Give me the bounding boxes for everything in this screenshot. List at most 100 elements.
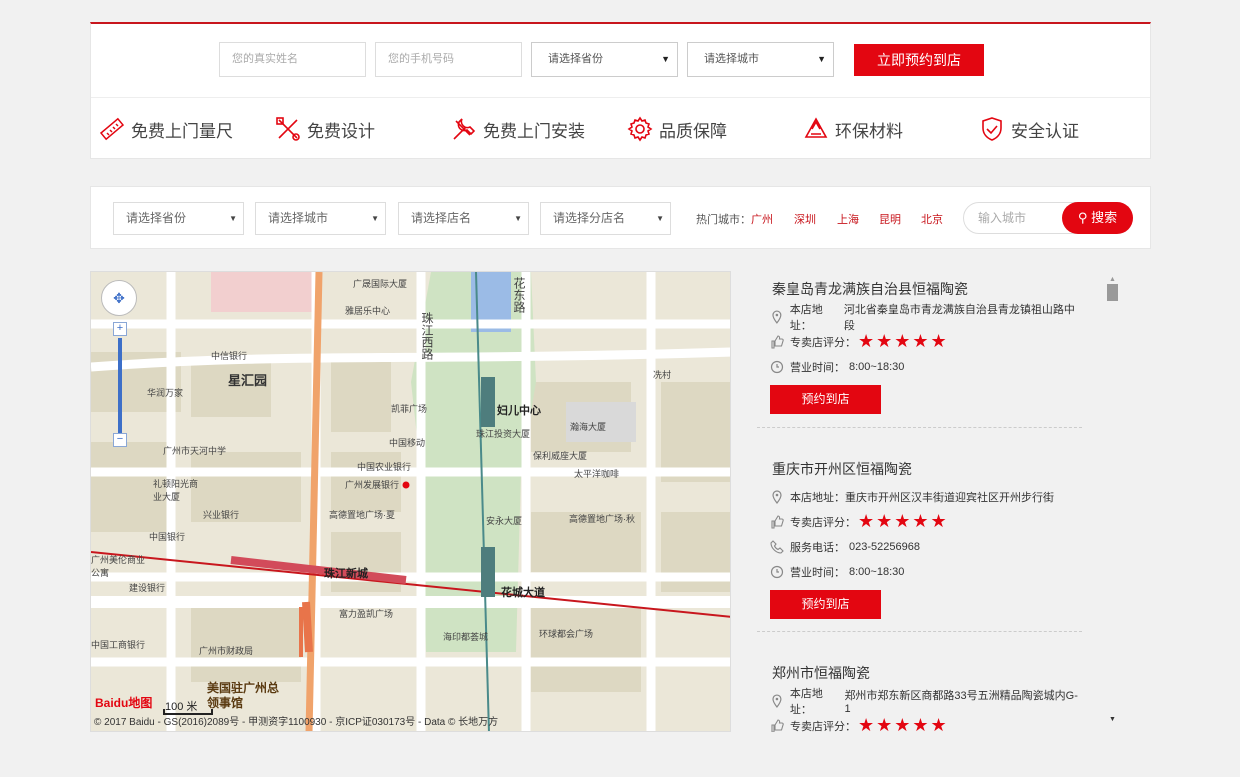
filter-city-value: 请选择城市: [268, 211, 329, 225]
store-list-scrollbar[interactable]: ▲ ▼: [1106, 276, 1120, 726]
hot-city-link[interactable]: 北京: [921, 211, 943, 227]
caret-down-icon: ▼: [371, 214, 379, 223]
caret-down-icon: ▼: [661, 54, 670, 64]
store-address: 本店地址： 郑州市郑东新区商都路33号五洲精品陶瓷城内G-1: [770, 688, 1082, 716]
store-list: 秦皇岛青龙满族自治县恒福陶瓷 本店地址： 河北省秦皇岛市青龙满族自治县青龙镇祖山路…: [757, 271, 1097, 732]
rating-stars: ★★★★★: [858, 511, 949, 531]
book-store-button[interactable]: 预约到店: [770, 385, 881, 414]
map-label: 凯菲广场: [391, 404, 428, 414]
thumbs-up-icon: [771, 718, 784, 732]
filter-province-select[interactable]: 请选择省份 ▼: [113, 202, 244, 235]
recycle-icon: [804, 117, 828, 138]
zoom-slider[interactable]: [118, 338, 122, 438]
store-name[interactable]: 郑州市恒福陶瓷: [772, 663, 1082, 683]
map-label: 高德置地广场·夏: [329, 510, 395, 520]
phone-input[interactable]: 您的手机号码: [375, 42, 522, 77]
address-label: 本店地址：: [789, 303, 823, 332]
map-label: 安永大厦: [486, 516, 523, 526]
phone-icon: [770, 539, 784, 554]
gear-icon: [627, 116, 653, 142]
feature-measure: 免费上门量尺: [99, 109, 233, 149]
pan-arrows-icon: ✥: [113, 290, 125, 306]
scroll-up-icon[interactable]: ▲: [1109, 276, 1116, 283]
map-label: 妇儿中心: [497, 405, 541, 417]
location-pin-icon: [772, 310, 782, 324]
phone-label: 服务电话：: [790, 541, 845, 554]
map-pan-control[interactable]: ✥: [101, 280, 137, 316]
address-value: 郑州市郑东新区商都路33号五洲精品陶瓷城内G-1: [844, 689, 1078, 715]
scroll-down-icon[interactable]: ▼: [1109, 716, 1116, 723]
appointment-panel: 您的真实姓名 您的手机号码 请选择省份 ▼ 请选择城市 ▼ 立即预约到店 免费上…: [90, 22, 1151, 159]
map-label: 华润万家: [147, 388, 184, 398]
address-label: 本店地址：: [790, 491, 845, 504]
ruler-icon: [99, 117, 125, 141]
caret-down-icon: ▼: [229, 214, 237, 223]
scroll-thumb[interactable]: [1107, 284, 1118, 301]
appointment-form: 您的真实姓名 您的手机号码 请选择省份 ▼ 请选择城市 ▼ 立即预约到店: [219, 42, 984, 78]
store-card: 秦皇岛青龙满族自治县恒福陶瓷 本店地址： 河北省秦皇岛市青龙满族自治县青龙镇祖山路…: [757, 279, 1082, 414]
caret-down-icon: ▼: [514, 214, 522, 223]
map-label: 礼顿阳光商业大厦: [153, 479, 199, 502]
map-label: 环球都会广场: [539, 629, 594, 639]
filter-branch-select[interactable]: 请选择分店名 ▼: [540, 202, 671, 235]
province-select[interactable]: 请选择省份 ▼: [531, 42, 678, 77]
name-input[interactable]: 您的真实姓名: [219, 42, 366, 77]
zoom-out-button[interactable]: −: [113, 433, 127, 447]
map-label: 太平洋咖啡: [574, 469, 620, 479]
hot-cities: 热门城市： 广州 深圳 上海 昆明 北京: [696, 211, 943, 227]
store-map[interactable]: ✥ + − 星汇园 妇儿中心 珠江新城 花城大道 珠江西路 花东路 冼村 中信银…: [90, 271, 731, 732]
map-label: 星汇园: [228, 373, 268, 388]
map-label: 保利威座大厦: [533, 451, 588, 461]
map-label: 珠江西路: [420, 312, 434, 360]
search-button-label: 搜索: [1091, 210, 1118, 225]
map-label: 瀚海大厦: [570, 422, 607, 432]
rating-stars: ★★★★★: [858, 331, 949, 351]
filter-province-value: 请选择省份: [126, 211, 187, 225]
book-store-button[interactable]: 预约到店: [770, 590, 881, 619]
city-select[interactable]: 请选择城市 ▼: [687, 42, 834, 77]
shield-check-icon: [982, 117, 1002, 141]
book-now-button[interactable]: 立即预约到店: [854, 44, 984, 76]
hours-label: 营业时间：: [790, 566, 845, 579]
divider: [757, 427, 1082, 428]
store-name[interactable]: 重庆市开州区恒福陶瓷: [772, 459, 1082, 479]
caret-down-icon: ▼: [817, 54, 826, 64]
map-label: 中国银行: [149, 532, 186, 542]
hot-city-link[interactable]: 深圳: [794, 211, 837, 227]
address-value: 重庆市开州区汉丰街道迎宾社区开州步行街: [845, 491, 1054, 504]
province-select-value: 请选择省份: [548, 53, 603, 65]
map-label: 富力盈凯广场: [339, 609, 394, 619]
filter-city-select[interactable]: 请选择城市 ▼: [255, 202, 386, 235]
phone-value: 023-52256968: [849, 540, 920, 553]
hot-city-link[interactable]: 昆明: [879, 211, 921, 227]
hot-city-link[interactable]: 上海: [837, 211, 879, 227]
hours-value: 8:00~18:30: [849, 360, 905, 373]
baidu-map-logo: Baidu地图: [95, 696, 153, 710]
zoom-in-button[interactable]: +: [113, 322, 127, 336]
thumbs-up-icon: [771, 514, 784, 529]
store-name[interactable]: 秦皇岛青龙满族自治县恒福陶瓷: [772, 279, 1082, 299]
filter-store-select[interactable]: 请选择店名 ▼: [398, 202, 529, 235]
hot-city-link[interactable]: 广州: [751, 211, 794, 227]
map-scale-label: 100 米: [165, 701, 198, 713]
map-label: 雅居乐中心: [345, 306, 391, 316]
city-search-input[interactable]: 输入城市: [978, 203, 1026, 233]
map-label: 珠江新城: [324, 568, 368, 580]
map-label: 中国农业银行: [357, 462, 412, 472]
hours-value: 8:00~18:30: [849, 565, 905, 578]
filter-branch-value: 请选择分店名: [553, 211, 626, 225]
caret-down-icon: ▼: [656, 214, 664, 223]
store-address: 本店地址： 重庆市开州区汉丰街道迎宾社区开州步行街: [770, 484, 1082, 509]
city-select-value: 请选择城市: [704, 53, 759, 65]
feature-list: 免费上门量尺 免费设计 免费上门安装 品质保障 环保材料 安全认证: [91, 109, 1150, 149]
map-label: 中信银行: [211, 351, 248, 361]
map-label: 广州美伦商业公寓: [91, 555, 146, 578]
search-button[interactable]: ⚲ 搜索: [1062, 202, 1133, 234]
map-label: 中国移动: [389, 438, 426, 448]
feature-design: 免费设计: [275, 109, 375, 149]
install-tools-icon: [453, 118, 476, 140]
map-label: 海印都荟城: [443, 632, 489, 642]
divider: [91, 97, 1150, 98]
address-label: 本店地址：: [789, 687, 823, 716]
feature-safety: 安全认证: [979, 109, 1079, 149]
